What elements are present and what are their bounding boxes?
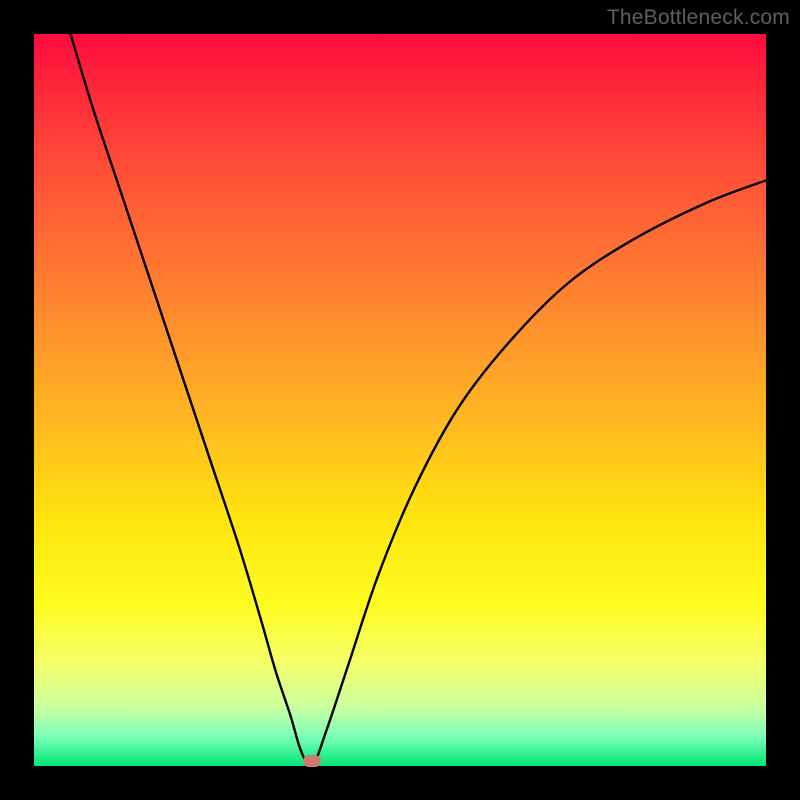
bottleneck-curve	[34, 34, 766, 766]
chart-frame: TheBottleneck.com	[0, 0, 800, 800]
optimum-marker	[303, 755, 321, 767]
plot-area	[34, 34, 766, 766]
watermark-text: TheBottleneck.com	[607, 6, 790, 30]
